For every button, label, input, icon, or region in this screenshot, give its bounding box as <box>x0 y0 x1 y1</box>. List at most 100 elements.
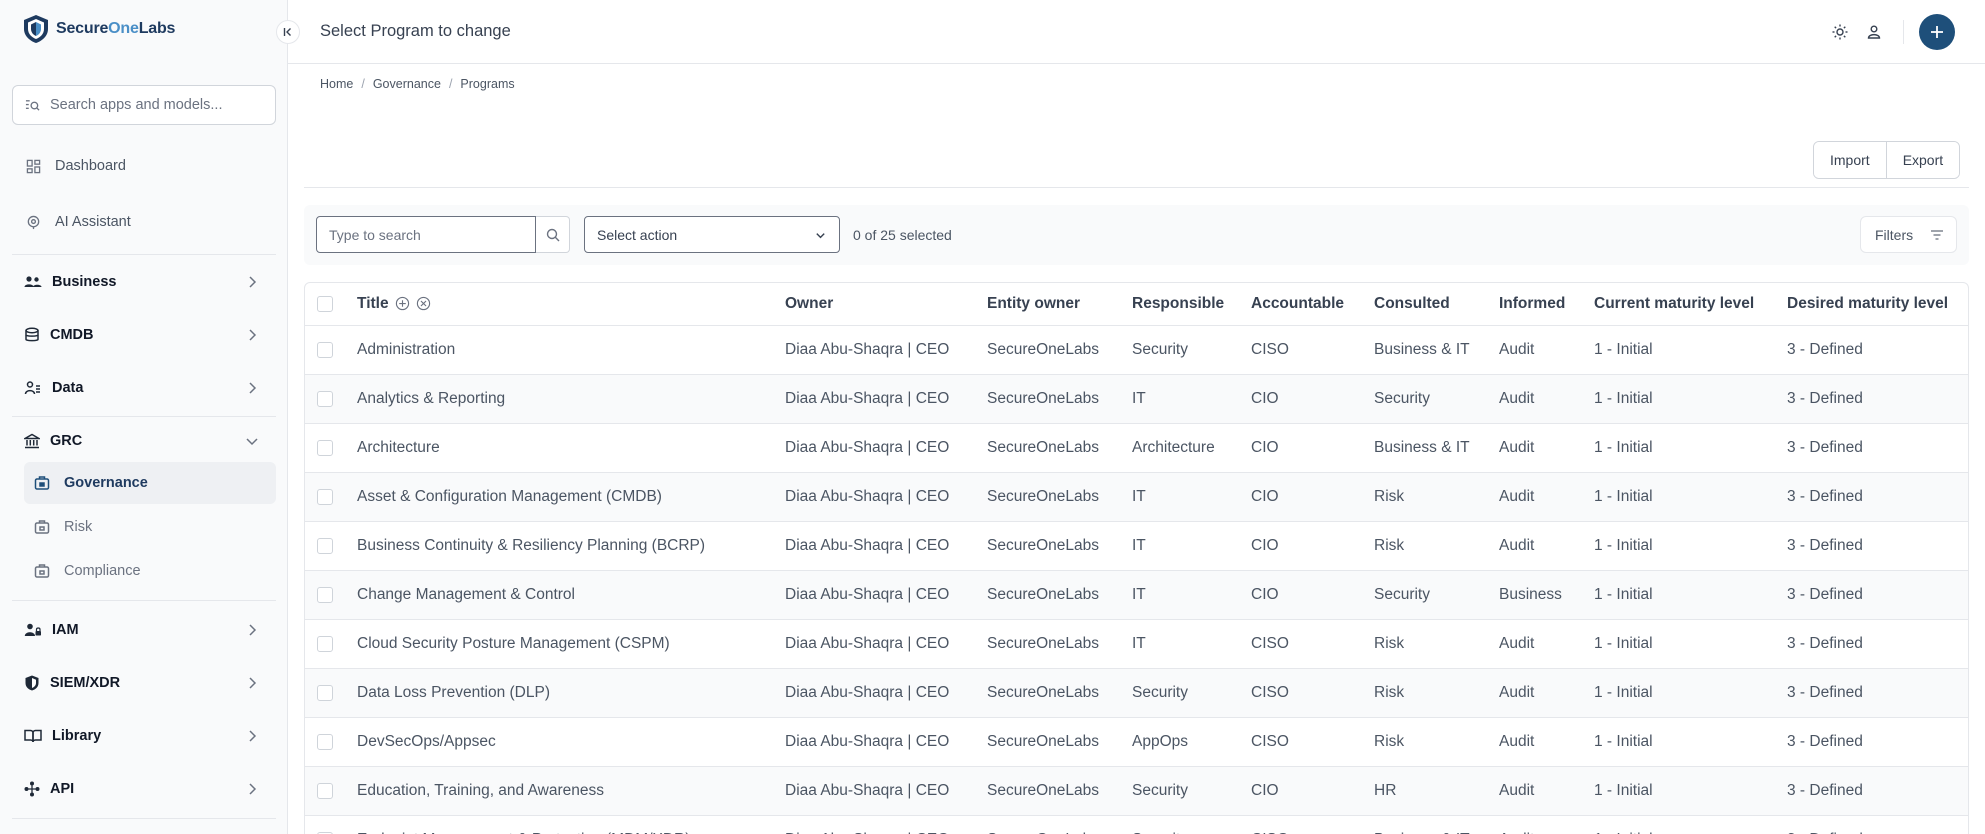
cell-title[interactable]: Administration <box>357 325 785 375</box>
cell-title[interactable]: DevSecOps/Appsec <box>357 717 785 767</box>
cell-title[interactable]: Asset & Configuration Management (CMDB) <box>357 472 785 522</box>
breadcrumb-programs: Programs <box>460 77 515 91</box>
cell-accountable: CISO <box>1251 717 1374 767</box>
row-checkbox[interactable] <box>317 586 333 603</box>
table-row[interactable]: Data Loss Prevention (DLP) Diaa Abu-Shaq… <box>305 668 1968 718</box>
sort-plus-icon[interactable] <box>395 296 410 311</box>
cell-title[interactable]: Cloud Security Posture Management (CSPM) <box>357 619 785 669</box>
sidebar-divider <box>12 818 276 819</box>
column-header-consulted[interactable]: Consulted <box>1374 283 1499 326</box>
breadcrumb-home[interactable]: Home <box>320 77 353 91</box>
cell-title[interactable]: Data Loss Prevention (DLP) <box>357 668 785 718</box>
nav-group-siem-xdr-label: SIEM/XDR <box>50 675 121 691</box>
cell-informed: Business <box>1499 570 1594 620</box>
table-search-input[interactable] <box>316 216 536 253</box>
column-header-title[interactable]: Title <box>357 283 785 326</box>
cell-informed: Audit <box>1499 766 1594 816</box>
cell-responsible: IT <box>1132 521 1251 571</box>
select-all-checkbox[interactable] <box>317 295 333 312</box>
api-network-icon <box>24 781 40 797</box>
cell-responsible: AppOps <box>1132 717 1251 767</box>
cell-accountable: CISO <box>1251 668 1374 718</box>
cell-owner: Diaa Abu-Shaqra | CEO <box>785 521 987 571</box>
row-checkbox[interactable] <box>317 390 333 407</box>
theme-toggle-button[interactable] <box>1829 21 1851 43</box>
row-checkbox[interactable] <box>317 733 333 750</box>
row-select-cell <box>305 325 357 375</box>
cell-title[interactable]: Endpoint Management & Protection (MDM/XD… <box>357 815 785 834</box>
table-row[interactable]: Business Continuity & Resiliency Plannin… <box>305 521 1968 571</box>
nav-dashboard[interactable]: Dashboard <box>12 146 276 186</box>
nav-group-data[interactable]: Data <box>12 368 276 408</box>
table-row[interactable]: Asset & Configuration Management (CMDB) … <box>305 472 1968 522</box>
export-button[interactable]: Export <box>1885 142 1960 178</box>
nav-group-iam[interactable]: IAM <box>12 610 276 650</box>
cell-responsible: IT <box>1132 570 1251 620</box>
import-button[interactable]: Import <box>1814 142 1886 178</box>
cell-title[interactable]: Analytics & Reporting <box>357 374 785 424</box>
table-row[interactable]: Administration Diaa Abu-Shaqra | CEO Sec… <box>305 325 1968 375</box>
cell-title[interactable]: Architecture <box>357 423 785 473</box>
row-checkbox[interactable] <box>317 341 333 358</box>
cell-responsible: IT <box>1132 374 1251 424</box>
cell-owner: Diaa Abu-Shaqra | CEO <box>785 472 987 522</box>
nav-group-api[interactable]: API <box>12 769 276 809</box>
cell-title[interactable]: Education, Training, and Awareness <box>357 766 785 816</box>
column-header-entity-owner[interactable]: Entity owner <box>987 283 1132 326</box>
nav-ai-assistant[interactable]: AI Assistant <box>12 202 276 242</box>
cell-current-maturity: 1 - Initial <box>1594 668 1787 718</box>
nav-group-api-label: API <box>50 781 75 797</box>
row-checkbox[interactable] <box>317 684 333 701</box>
cell-title[interactable]: Change Management & Control <box>357 570 785 620</box>
table-row[interactable]: Cloud Security Posture Management (CSPM)… <box>305 619 1968 669</box>
nav-item-governance-label: Governance <box>64 475 148 491</box>
user-profile-button[interactable] <box>1863 21 1885 43</box>
chevron-right-icon <box>249 730 257 742</box>
bulk-action-select[interactable]: Select action <box>584 216 840 253</box>
nav-group-siem-xdr[interactable]: SIEM/XDR <box>12 663 276 703</box>
row-checkbox[interactable] <box>317 635 333 652</box>
cell-desired-maturity: 3 - Defined <box>1787 668 1968 718</box>
row-checkbox[interactable] <box>317 782 333 799</box>
table-row[interactable]: DevSecOps/Appsec Diaa Abu-Shaqra | CEO S… <box>305 717 1968 767</box>
column-header-accountable[interactable]: Accountable <box>1251 283 1374 326</box>
nav-group-business[interactable]: Business <box>12 262 276 302</box>
column-header-current-maturity[interactable]: Current maturity level <box>1594 283 1787 326</box>
nav-group-data-label: Data <box>52 380 84 396</box>
filters-button[interactable]: Filters <box>1860 216 1957 253</box>
ai-assistant-icon <box>27 215 40 229</box>
sort-clear-icon[interactable] <box>416 296 431 311</box>
apps-search-input[interactable] <box>50 97 260 113</box>
apps-search-box[interactable] <box>12 85 276 125</box>
nav-item-risk[interactable]: Risk <box>24 506 276 548</box>
cell-responsible: IT <box>1132 472 1251 522</box>
sun-icon <box>1832 24 1848 40</box>
cell-consulted: Risk <box>1374 521 1499 571</box>
nav-group-cmdb[interactable]: CMDB <box>12 315 276 355</box>
breadcrumb-governance[interactable]: Governance <box>373 77 441 91</box>
column-header-owner[interactable]: Owner <box>785 283 987 326</box>
nav-item-compliance[interactable]: Compliance <box>24 550 276 592</box>
column-header-responsible[interactable]: Responsible <box>1132 283 1251 326</box>
row-checkbox[interactable] <box>317 439 333 456</box>
brand-logo[interactable]: SecureOneLabs <box>22 14 175 44</box>
column-header-informed[interactable]: Informed <box>1499 283 1594 326</box>
cell-desired-maturity: 3 - Defined <box>1787 325 1968 375</box>
table-row[interactable]: Change Management & Control Diaa Abu-Sha… <box>305 570 1968 620</box>
table-row[interactable]: Endpoint Management & Protection (MDM/XD… <box>305 815 1968 834</box>
sidebar-collapse-button[interactable] <box>276 20 300 44</box>
column-header-desired-maturity[interactable]: Desired maturity level <box>1787 283 1968 326</box>
add-new-button[interactable] <box>1919 14 1955 50</box>
cell-entity-owner: SecureOneLabs <box>987 472 1132 522</box>
table-row[interactable]: Analytics & Reporting Diaa Abu-Shaqra | … <box>305 374 1968 424</box>
row-checkbox[interactable] <box>317 488 333 505</box>
table-search-button[interactable] <box>536 216 570 253</box>
nav-group-library[interactable]: Library <box>12 716 276 756</box>
cell-title[interactable]: Business Continuity & Resiliency Plannin… <box>357 521 785 571</box>
table-row[interactable]: Education, Training, and Awareness Diaa … <box>305 766 1968 816</box>
nav-item-governance[interactable]: Governance <box>24 462 276 504</box>
cell-responsible: IT <box>1132 619 1251 669</box>
row-checkbox[interactable] <box>317 537 333 554</box>
table-row[interactable]: Architecture Diaa Abu-Shaqra | CEO Secur… <box>305 423 1968 473</box>
nav-group-grc[interactable]: GRC <box>12 421 276 461</box>
